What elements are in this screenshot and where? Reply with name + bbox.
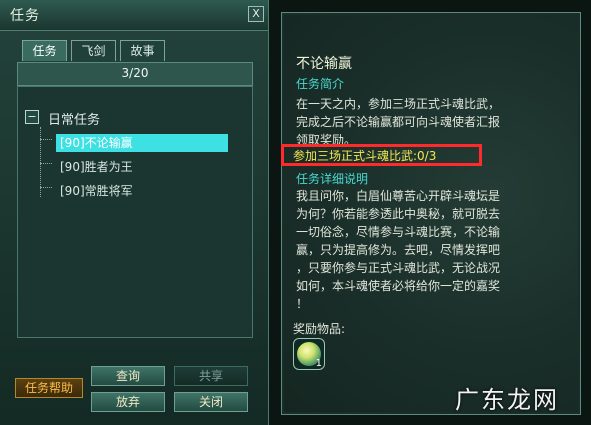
task-progress: 参加三场正式斗魂比武:0/3 bbox=[293, 149, 437, 163]
intro-heading: 任务简介 bbox=[296, 77, 345, 91]
task-window: 任务 X 任务 飞剑 故事 3/20 − 日常任务 [90]不论输赢 [90]胜… bbox=[0, 0, 269, 425]
abandon-button[interactable]: 放弃 bbox=[91, 392, 165, 412]
tab-tasks[interactable]: 任务 bbox=[22, 40, 67, 61]
task-detail-background: 不论输赢 任务简介 在一天之内，参加三场正式斗魂比武， 完成之后不论输赢都可向斗… bbox=[284, 15, 578, 412]
tree-connector bbox=[40, 139, 52, 141]
task-item[interactable]: [90]常胜将军 bbox=[56, 182, 137, 200]
tree-connector bbox=[40, 187, 52, 189]
window-title: 任务 bbox=[10, 8, 40, 24]
share-button[interactable]: 共享 bbox=[174, 366, 248, 386]
task-group-daily[interactable]: 日常任务 bbox=[48, 109, 100, 128]
query-button[interactable]: 查询 bbox=[91, 366, 165, 386]
intro-text: 在一天之内，参加三场正式斗魂比武， 完成之后不论输赢都可向斗魂使者汇报 领取奖励… bbox=[296, 97, 501, 145]
close-icon[interactable]: X bbox=[248, 6, 264, 22]
detail-text: 我且问你，白眉仙尊苦心开辟斗魂坛是 为何？你若能参透此中奥秘，就可脱去 一切俗念… bbox=[296, 189, 501, 311]
task-counter-bar: 3/20 bbox=[17, 62, 253, 86]
tab-bar: 任务 飞剑 故事 bbox=[22, 40, 165, 61]
detail-heading: 任务详细说明 bbox=[296, 172, 369, 186]
task-counter: 3/20 bbox=[121, 66, 149, 80]
tree-connector bbox=[40, 163, 52, 165]
tab-flying-sword[interactable]: 飞剑 bbox=[71, 40, 116, 61]
task-help-button[interactable]: 任务帮助 bbox=[15, 378, 83, 398]
close-button[interactable]: 关闭 bbox=[174, 392, 248, 412]
window-titlebar[interactable]: 任务 X bbox=[0, 0, 268, 31]
task-item[interactable]: [90]胜者为王 bbox=[56, 158, 137, 176]
collapse-icon[interactable]: − bbox=[25, 110, 39, 124]
task-detail-panel: 不论输赢 任务简介 在一天之内，参加三场正式斗魂比武， 完成之后不论输赢都可向斗… bbox=[281, 12, 581, 415]
task-item-selected[interactable]: [90]不论输赢 bbox=[56, 134, 228, 152]
reward-label: 奖励物品: bbox=[293, 322, 346, 336]
reward-quantity: 1 bbox=[315, 358, 322, 369]
task-list: − 日常任务 [90]不论输赢 [90]胜者为王 [90]常胜将军 bbox=[17, 86, 253, 338]
task-title: 不论输赢 bbox=[296, 56, 352, 72]
reward-item-slot[interactable]: 1 bbox=[293, 338, 325, 370]
tab-story[interactable]: 故事 bbox=[120, 40, 165, 61]
watermark: 广东龙网 bbox=[455, 386, 559, 414]
